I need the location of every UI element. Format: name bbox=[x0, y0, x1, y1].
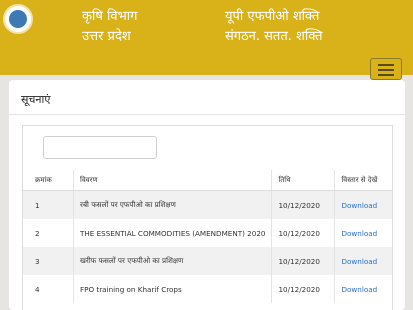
download-link[interactable]: Download bbox=[334, 275, 392, 303]
hamburger-menu-icon[interactable] bbox=[370, 58, 402, 80]
top-header-bar: कृषि विभाग उत्तर प्रदेश यूपी एफपीओ शक्ति… bbox=[0, 0, 413, 75]
notices-table: क्रमांक विवरण तिथि विस्तार से देखें 1 रब… bbox=[23, 170, 392, 303]
table-header-row: क्रमांक विवरण तिथि विस्तार से देखें bbox=[23, 170, 392, 191]
row-date: 10/12/2020 bbox=[271, 190, 335, 219]
row-number: 1 bbox=[23, 190, 74, 219]
table-row: 2 THE ESSENTIAL COMMODITIES (AMENDMENT) … bbox=[23, 219, 392, 247]
portal-name: यूपी एफपीओ शक्ति bbox=[225, 9, 320, 24]
department-name: कृषि विभाग bbox=[82, 9, 138, 24]
search-input[interactable] bbox=[43, 136, 157, 159]
notices-table-container: क्रमांक विवरण तिथि विस्तार से देखें 1 रब… bbox=[22, 125, 393, 310]
row-description: THE ESSENTIAL COMMODITIES (AMENDMENT) 20… bbox=[72, 219, 272, 247]
row-number: 4 bbox=[35, 284, 40, 294]
row-description: रबी फसलों पर एफपीओ का प्रशिक्षण bbox=[72, 190, 272, 219]
department-state: उत्तर प्रदेश bbox=[82, 29, 131, 44]
panel-title: सूचनाएं bbox=[21, 93, 51, 106]
row-description: FPO training on Kharif Crops bbox=[72, 275, 272, 303]
download-link[interactable]: Download bbox=[334, 190, 392, 219]
row-date: 10/12/2020 bbox=[271, 219, 335, 247]
column-header-date[interactable]: तिथि bbox=[271, 170, 335, 191]
row-number: 3 bbox=[23, 247, 74, 275]
row-date: 10/12/2020 bbox=[271, 275, 335, 303]
row-description: खरीफ फसलों पर एफपीओ का प्रशिक्षण bbox=[72, 247, 272, 275]
table-row: 1 रबी फसलों पर एफपीओ का प्रशिक्षण 10/12/… bbox=[23, 190, 392, 219]
column-header-number[interactable]: क्रमांक bbox=[23, 170, 74, 191]
column-header-description[interactable]: विवरण bbox=[72, 170, 272, 191]
table-row: 3 खरीफ फसलों पर एफपीओ का प्रशिक्षण 10/12… bbox=[23, 247, 392, 275]
column-header-details[interactable]: विस्तार से देखें bbox=[334, 170, 392, 191]
up-govt-emblem-icon[interactable] bbox=[3, 4, 33, 34]
download-link[interactable]: Download bbox=[334, 219, 392, 247]
row-date: 10/12/2020 bbox=[271, 247, 335, 275]
portal-tagline: संगठन. सतत. शक्ति bbox=[225, 29, 323, 44]
notices-panel: सूचनाएं क्रमांक विवरण तिथि विस्तार से दे… bbox=[9, 80, 405, 310]
table-row: 4 FPO training on Kharif Crops 10/12/202… bbox=[23, 275, 392, 303]
row-number: 2 bbox=[35, 228, 40, 238]
divider bbox=[9, 114, 405, 115]
download-link[interactable]: Download bbox=[334, 247, 392, 275]
